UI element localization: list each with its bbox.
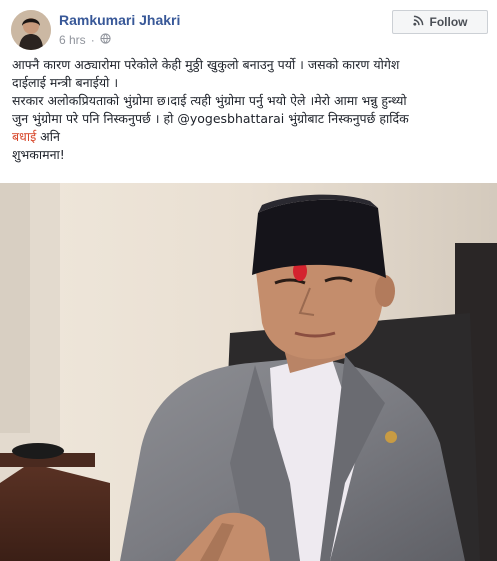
- post-line: बधाई अनि: [12, 128, 488, 146]
- highlighted-word: बधाई: [12, 129, 37, 144]
- post-photo[interactable]: [0, 183, 497, 561]
- post-meta: 6 hrs ·: [59, 33, 111, 47]
- post-line: सरकार अलोकप्रियताको भुंग्रोमा छ।दाई त्यह…: [12, 93, 407, 108]
- globe-icon[interactable]: [100, 33, 111, 47]
- post-line-rest: अनि: [36, 129, 60, 144]
- author-name[interactable]: Ramkumari Jhakri: [59, 12, 180, 28]
- post-line: शुभकामना!: [12, 147, 65, 162]
- facebook-post: Ramkumari Jhakri 6 hrs · Follow आफ्नै का…: [0, 0, 497, 561]
- post-line: जुन भुंग्रोमा परे पनि निस्कनुपर्छ । हो @…: [12, 111, 409, 126]
- post-time[interactable]: 6 hrs: [59, 33, 86, 47]
- follow-button[interactable]: Follow: [392, 10, 488, 34]
- meta-separator: ·: [90, 33, 95, 47]
- rss-icon: [412, 15, 424, 29]
- post-line: दाईलाई मन्त्री बनाईयो ।: [12, 75, 119, 90]
- follow-label: Follow: [429, 15, 468, 29]
- post-line: आफ्नै कारण अठ्यारोमा परेकोले केही मुठ्ठी…: [12, 57, 400, 72]
- avatar[interactable]: [11, 10, 51, 50]
- post-text: आफ्नै कारण अठ्यारोमा परेकोले केही मुठ्ठी…: [12, 56, 488, 164]
